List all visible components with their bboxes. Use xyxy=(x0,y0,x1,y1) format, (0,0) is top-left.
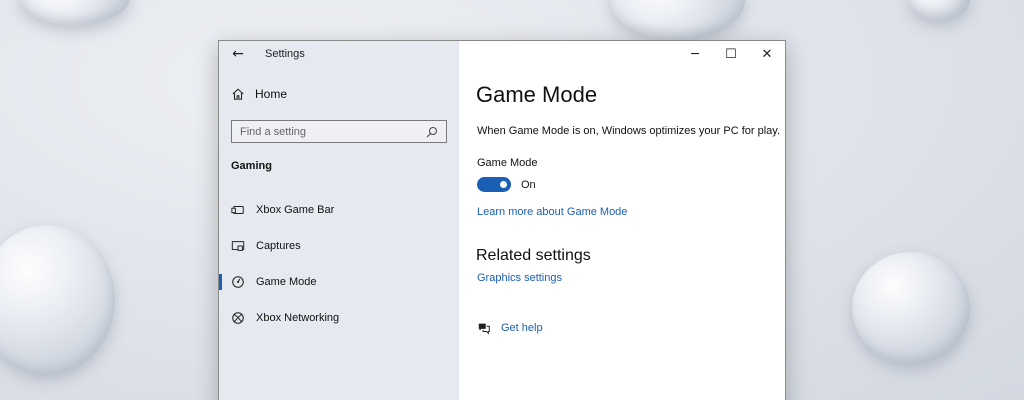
sidebar-item-captures[interactable]: Captures xyxy=(219,231,459,261)
graphics-settings-link[interactable]: Graphics settings xyxy=(477,272,562,284)
get-help-icon xyxy=(478,323,490,335)
maximize-button[interactable]: ☐ xyxy=(713,41,749,67)
xbox-game-bar-icon xyxy=(231,206,244,214)
learn-more-link[interactable]: Learn more about Game Mode xyxy=(477,206,627,218)
minimize-button[interactable]: ─ xyxy=(677,41,713,67)
game-mode-icon xyxy=(232,276,244,288)
sidebar-item-xbox-game-bar[interactable]: Xbox Game Bar xyxy=(219,195,459,225)
toggle-knob xyxy=(500,181,507,188)
home-icon xyxy=(232,88,244,100)
search-box[interactable] xyxy=(231,120,447,143)
get-help-row[interactable]: Get help xyxy=(477,321,543,335)
sidebar-item-label: Captures xyxy=(256,240,301,252)
search-icon[interactable] xyxy=(426,126,438,138)
back-arrow-icon[interactable]: ← xyxy=(229,45,247,63)
close-button[interactable]: ✕ xyxy=(749,41,785,67)
page-title: Game Mode xyxy=(476,82,598,107)
game-mode-toggle[interactable] xyxy=(477,177,511,192)
related-settings-title: Related settings xyxy=(476,247,591,264)
captures-icon xyxy=(231,241,245,251)
section-title: Gaming xyxy=(231,160,272,172)
wallpaper-droplet xyxy=(910,0,970,20)
sidebar-item-label: Home xyxy=(255,87,288,101)
sidebar-item-game-mode[interactable]: Game Mode xyxy=(219,267,459,297)
page-description: When Game Mode is on, Windows optimizes … xyxy=(477,125,781,137)
game-mode-toggle-row: On xyxy=(477,177,536,192)
wallpaper-droplet xyxy=(852,252,970,364)
xbox-icon xyxy=(232,312,244,324)
toggle-label: Game Mode xyxy=(477,157,538,169)
get-help-link[interactable]: Get help xyxy=(501,322,543,334)
wallpaper-droplet xyxy=(610,0,745,40)
window-controls: ─ ☐ ✕ xyxy=(677,41,785,67)
window-title: Settings xyxy=(265,48,305,60)
wallpaper-droplet xyxy=(0,225,115,375)
sidebar-item-label: Xbox Networking xyxy=(256,312,340,324)
sidebar-item-label: Game Mode xyxy=(256,276,317,288)
toggle-state-text: On xyxy=(521,178,536,191)
sidebar-item-label: Xbox Game Bar xyxy=(256,204,335,216)
search-input[interactable] xyxy=(240,125,426,138)
sidebar-item-xbox-networking[interactable]: Xbox Networking xyxy=(219,303,459,333)
main-content: ─ ☐ ✕ Game Mode When Game Mode is on, Wi… xyxy=(459,41,785,400)
sidebar: ← Settings Home Gaming Xbox Game Bar xyxy=(219,41,459,400)
wallpaper-droplet xyxy=(20,0,130,25)
sidebar-item-home[interactable]: Home xyxy=(231,87,287,101)
title-bar: ← Settings xyxy=(219,41,459,67)
settings-window: ← Settings Home Gaming Xbox Game Bar xyxy=(218,40,786,400)
